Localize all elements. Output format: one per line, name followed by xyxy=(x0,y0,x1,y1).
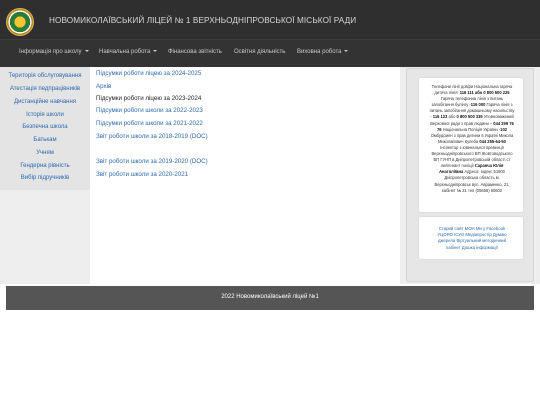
site-footer: 2022 Новомиколаївський ліцей №1 xyxy=(6,286,534,310)
sidebar-item-service-territory[interactable]: Територія обслуговування xyxy=(0,73,90,79)
nav-item-label: Освітня діяльність xyxy=(234,49,286,55)
main-content: Підсумки роботи ліцею за 2024-2025 Архів… xyxy=(90,67,400,284)
sidebar-item-parents[interactable]: Батькам xyxy=(0,137,90,143)
report-link-2020-2021[interactable]: Звіт роботи школи за 2020-2021 xyxy=(96,171,188,178)
sidebar-item-students[interactable]: Учням xyxy=(0,150,90,156)
school-emblem-icon[interactable] xyxy=(6,8,34,36)
footer-copyright: 2022 Новомиколаївський ліцей №1 xyxy=(221,294,319,300)
site-header: НОВОМИКОЛАЇВСЬКИЙ ЛІЦЕЙ № 1 ВЕРХНЬОДНІПР… xyxy=(0,0,540,70)
report-link-2023-2024[interactable]: Підсумки роботи ліцею за 2023-2024 xyxy=(96,95,201,102)
nav-item-educational-activity[interactable]: Освітня діяльність xyxy=(234,49,285,55)
caret-down-icon xyxy=(153,50,158,53)
report-link-2021-2022[interactable]: Підсумки роботи школи за 2021-2022 xyxy=(96,120,203,127)
main-navbar: Інформація про школу Навчальна робота Фі… xyxy=(0,39,540,67)
sidebar-item-gender-equality[interactable]: Гендерна рівність xyxy=(0,163,90,169)
report-link-2022-2023[interactable]: Підсумки роботи школи за 2022-2023 xyxy=(96,107,203,114)
hotlines-info-box: Телефони лінії довіри Національна гаряча… xyxy=(418,77,524,213)
nav-item-label: Навчальна робота xyxy=(99,49,151,55)
sidebar-item-textbook-choice[interactable]: Вибір підручників xyxy=(0,175,90,181)
site-title[interactable]: НОВОМИКОЛАЇВСЬКИЙ ЛІЦЕЙ № 1 ВЕРХНЬОДНІПР… xyxy=(49,16,356,25)
external-links-text[interactable]: Старий сайт МОН Ми у Facebook УЦОЯО ІСУО… xyxy=(423,226,521,251)
external-links-box: Старий сайт МОН Ми у Facebook УЦОЯО ІСУО… xyxy=(418,216,524,260)
sidebar-item-school-history[interactable]: Історія школи xyxy=(0,112,90,118)
sidebar-item-distance-learning[interactable]: Дистанційне навчання xyxy=(0,99,90,105)
nav-item-label: Фінансова звітність xyxy=(168,49,222,55)
archive-link[interactable]: Архів xyxy=(96,83,111,90)
nav-item-upbringing-work[interactable]: Виховна робота xyxy=(297,49,349,55)
report-link-2024-2025[interactable]: Підсумки роботи ліцею за 2024-2025 xyxy=(96,70,201,77)
page: НОВОМИКОЛАЇВСЬКИЙ ЛІЦЕЙ № 1 ВЕРХНЬОДНІПР… xyxy=(0,0,540,405)
report-link-2018-2019[interactable]: Звіт роботи школи за 2018-2019 (DOC) xyxy=(96,133,208,140)
nav-item-label: Виховна робота xyxy=(297,49,342,55)
sidebar-item-safe-school[interactable]: Безпечна школа xyxy=(0,124,90,130)
nav-item-financial-reports[interactable]: Фінансова звітність xyxy=(168,49,222,55)
nav-item-academic-work[interactable]: Навчальна робота xyxy=(99,49,158,55)
caret-down-icon xyxy=(84,50,89,53)
sidebar: Територія обслуговування Атестація педпр… xyxy=(0,67,90,190)
sidebar-item-attestation[interactable]: Атестація педпрацівників xyxy=(0,86,90,92)
nav-item-label: Інформація про школу xyxy=(19,49,82,55)
caret-down-icon xyxy=(344,50,349,53)
nav-item-school-info[interactable]: Інформація про школу xyxy=(19,49,89,55)
hotlines-info-text: Телефони лінії довіри Національна гаряча… xyxy=(429,84,515,193)
report-link-2019-2020[interactable]: Звіт роботи школи за 2019-2020 (DOC) xyxy=(96,158,208,165)
